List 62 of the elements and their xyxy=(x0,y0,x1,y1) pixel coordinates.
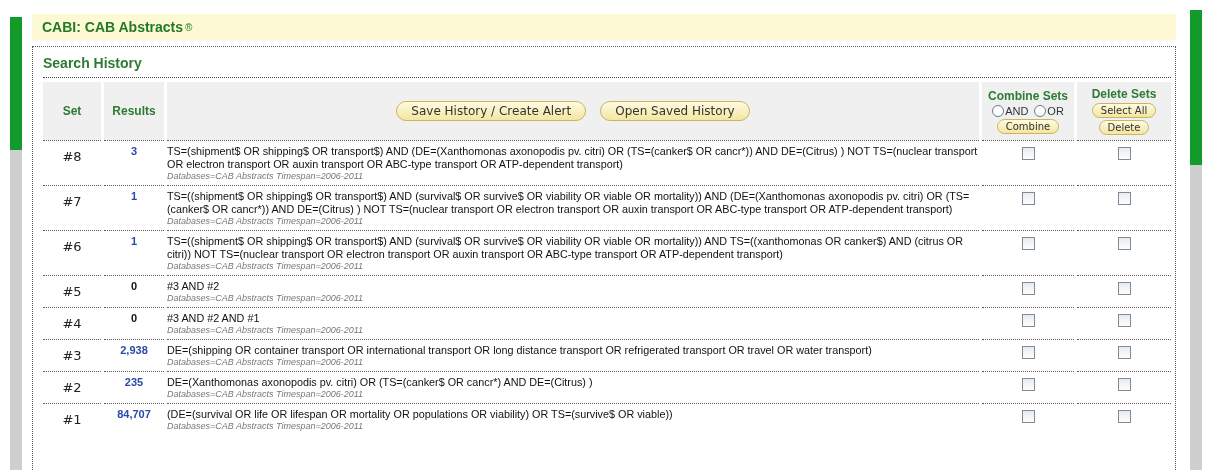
delete-sets-button[interactable]: Delete xyxy=(1098,120,1150,135)
set-number: #8 xyxy=(62,149,82,164)
combine-checkbox[interactable] xyxy=(1021,314,1035,327)
combine-checkbox[interactable] xyxy=(1021,147,1035,160)
results-link[interactable]: 0 xyxy=(130,280,138,292)
query-text: (DE=(survival OR life OR lifespan OR mortality OR populations OR viability) OR TS=(survive$ OR viable)) xyxy=(167,408,673,421)
registered-mark: ® xyxy=(185,21,193,33)
query-text: #3 AND #2 AND #1 xyxy=(167,312,261,325)
query-meta: Databases=CAB Abstracts Timespan=2006-2011 xyxy=(167,421,365,432)
delete-checkbox[interactable] xyxy=(1117,237,1131,250)
combine-checkbox[interactable] xyxy=(1021,282,1035,295)
radio-option[interactable]: AND xyxy=(992,104,1029,117)
delete-checkbox[interactable] xyxy=(1117,346,1131,359)
results-link[interactable]: 1 xyxy=(130,190,138,202)
delete-checkbox[interactable] xyxy=(1117,282,1131,295)
radio-option[interactable]: OR xyxy=(1034,104,1064,117)
set-number: #6 xyxy=(62,239,82,254)
results-link[interactable]: 3 xyxy=(130,145,138,157)
toolbar-button[interactable]: Save History / Create Alert xyxy=(396,101,587,121)
query-meta: Databases=CAB Abstracts Timespan=2006-2011 xyxy=(167,216,365,227)
column-header: Delete Sets xyxy=(1091,87,1157,101)
results-link[interactable]: 2,938 xyxy=(120,344,148,356)
delete-checkbox[interactable] xyxy=(1117,378,1131,391)
results-link[interactable]: 1 xyxy=(130,235,138,247)
column-header: Results xyxy=(112,104,156,118)
combine-checkbox[interactable] xyxy=(1021,410,1035,423)
query-meta: Databases=CAB Abstracts Timespan=2006-2011 xyxy=(167,389,365,400)
column-header: Combine Sets xyxy=(988,88,1068,103)
set-number: #4 xyxy=(62,316,82,331)
delete-checkbox[interactable] xyxy=(1117,410,1131,423)
delete-sets-button[interactable]: Select All xyxy=(1091,103,1157,118)
delete-checkbox[interactable] xyxy=(1117,314,1131,327)
panel-title: Search History xyxy=(43,54,143,73)
query-text: #3 AND #2 xyxy=(167,280,221,293)
results-link[interactable]: 84,707 xyxy=(117,408,151,420)
query-text: TS=((shipment$ OR shipping$ OR transport$) AND (survival$ OR survive$ OR viability OR viable OR mortality)) AND TS=((xanthomonas OR canker$) AND (citrus OR citri)) NOT TS=(nuclear transport OR electron transport OR auxin transport OR ABC-type transport OR ATP-dependent transport) xyxy=(167,235,964,261)
results-link[interactable]: 0 xyxy=(130,312,138,324)
query-text: TS=((shipment$ OR shipping$ OR transport$) AND (survival$ OR survive$ OR viability OR viable OR mortality)) AND (DE=(Xanthomonas axonopodis pv. citri) OR (TS=(canker$ OR cancr*)) AND DE=(Citrus) ) NOT TS=(nuclear transport OR electron transport OR auxin transport OR ABC-type transport OR ATP-dependent transport) xyxy=(167,190,971,216)
combine-checkbox[interactable] xyxy=(1021,378,1035,391)
set-number: #2 xyxy=(62,380,82,395)
query-meta: Databases=CAB Abstracts Timespan=2006-2011 xyxy=(167,261,365,272)
combine-checkbox[interactable] xyxy=(1021,192,1035,205)
set-number: #5 xyxy=(62,284,82,299)
query-text: DE=(shipping OR container transport OR international transport OR long distance transport OR refrigerated transport OR travel OR water transport) xyxy=(167,344,872,357)
delete-checkbox[interactable] xyxy=(1117,192,1131,205)
combine-checkbox[interactable] xyxy=(1021,237,1035,250)
query-meta: Databases=CAB Abstracts Timespan=2006-2011 xyxy=(167,325,364,336)
query-meta: Databases=CAB Abstracts Timespan=2006-2011 xyxy=(167,171,365,182)
results-link[interactable]: 235 xyxy=(124,376,144,388)
query-meta: Databases=CAB Abstracts Timespan=2006-2011 xyxy=(167,293,364,304)
query-text: TS=(shipment$ OR shipping$ OR transport$) AND (DE=(Xanthomonas axonopodis pv. citri) OR (TS=(canker$ OR cancr*)) AND DE=(Citrus) ) NOT TS=(nuclear transport OR electron transport OR auxin transport OR ABC-type transport OR ATP-dependent transport) xyxy=(167,145,979,171)
set-number: #1 xyxy=(62,412,82,427)
combine-button[interactable]: Combine xyxy=(996,118,1060,134)
set-number: #7 xyxy=(62,194,82,209)
query-text: DE=(Xanthomonas axonopodis pv. citri) OR (TS=(canker$ OR cancr*) AND DE=(Citrus) ) xyxy=(167,376,593,389)
set-number: #3 xyxy=(62,348,82,363)
query-meta: Databases=CAB Abstracts Timespan=2006-2011 xyxy=(167,357,365,368)
toolbar-button[interactable]: Open Saved History xyxy=(600,101,750,121)
combine-checkbox[interactable] xyxy=(1021,346,1035,359)
site-title: CABI: CAB Abstracts xyxy=(42,19,184,35)
delete-checkbox[interactable] xyxy=(1117,147,1131,160)
column-header: Set xyxy=(62,104,82,118)
